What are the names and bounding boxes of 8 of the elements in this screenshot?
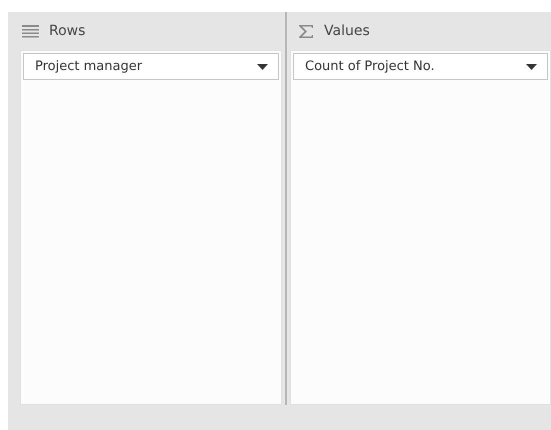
rows-icon	[22, 24, 39, 38]
field-item[interactable]: Count of Project No.	[293, 53, 548, 80]
sum-icon	[298, 24, 314, 38]
dropdown-icon[interactable]	[257, 64, 268, 70]
field-item[interactable]: Project manager	[23, 53, 279, 80]
area-title: Values	[324, 22, 370, 40]
dropdown-icon[interactable]	[526, 64, 537, 70]
area-title: Rows	[49, 22, 86, 40]
